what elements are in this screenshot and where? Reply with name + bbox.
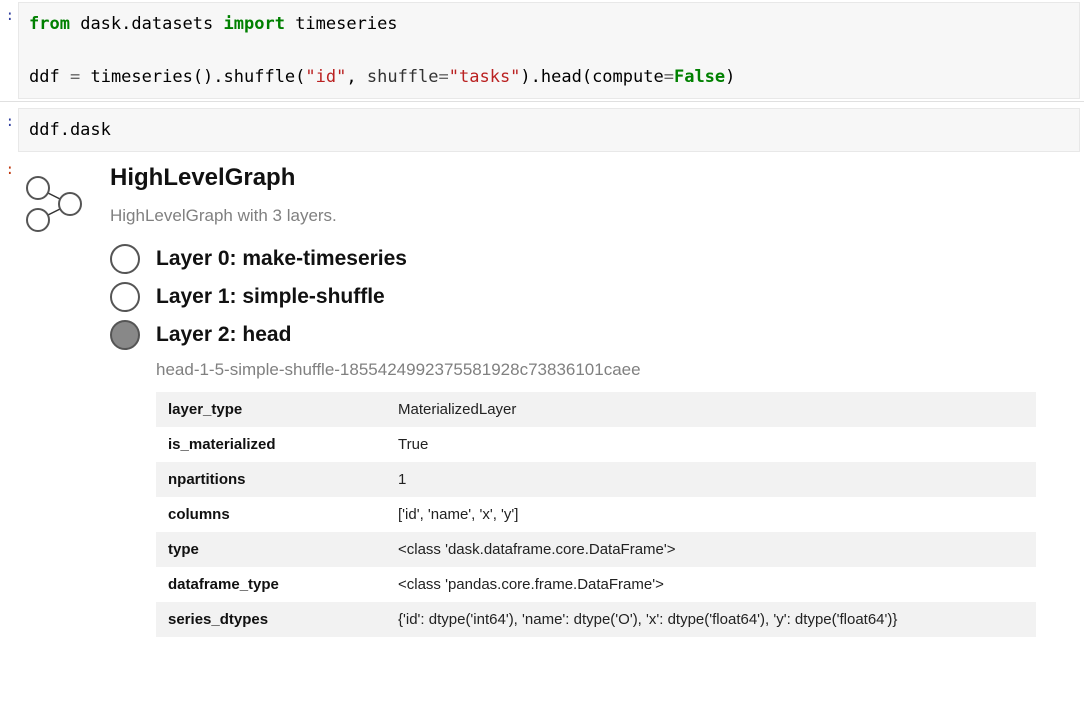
table-key: series_dtypes — [156, 602, 386, 637]
call-end: ) — [725, 67, 735, 87]
table-key: columns — [156, 497, 386, 532]
table-row: layer_type MaterializedLayer — [156, 392, 1036, 427]
layer-label-2: Layer 2: head — [156, 323, 291, 347]
output-prompt: : — [0, 154, 14, 637]
keyword-import: import — [224, 14, 285, 34]
table-key: is_materialized — [156, 427, 386, 462]
comma: , — [346, 67, 356, 87]
output-area: HighLevelGraph HighLevelGraph with 3 lay… — [14, 154, 1084, 637]
input-prompt: : — [0, 0, 14, 101]
table-row: npartitions 1 — [156, 462, 1036, 497]
table-row: series_dtypes {'id': dtype('int64'), 'na… — [156, 602, 1036, 637]
code-input-1[interactable]: from dask.datasets import timeseries ddf… — [18, 2, 1080, 99]
hlg-title: HighLevelGraph — [110, 164, 1074, 192]
input-cell-1: : from dask.datasets import timeseries d… — [0, 0, 1084, 102]
eq3: = — [664, 67, 674, 87]
layer-row-0[interactable]: Layer 0: make-timeseries — [110, 240, 1074, 278]
eq2: = — [439, 67, 449, 87]
kwarg-shuffle: shuffle — [367, 67, 439, 87]
hlg-content: HighLevelGraph HighLevelGraph with 3 lay… — [92, 164, 1074, 637]
assign-op: = — [70, 67, 80, 87]
table-row: columns ['id', 'name', 'x', 'y'] — [156, 497, 1036, 532]
keyword-from: from — [29, 14, 70, 34]
table-row: dataframe_type <class 'pandas.core.frame… — [156, 567, 1036, 602]
string-tasks: "tasks" — [449, 67, 521, 87]
graph-icon — [20, 164, 92, 237]
module-name: dask.datasets — [80, 14, 213, 34]
table-val: <class 'dask.dataframe.core.DataFrame'> — [386, 532, 1036, 567]
table-key: layer_type — [156, 392, 386, 427]
table-key: npartitions — [156, 462, 386, 497]
layer-row-1[interactable]: Layer 1: simple-shuffle — [110, 278, 1074, 316]
table-val: MaterializedLayer — [386, 392, 1036, 427]
layer-label-0: Layer 0: make-timeseries — [156, 247, 407, 271]
table-key: type — [156, 532, 386, 567]
table-val: True — [386, 427, 1036, 462]
table-val: <class 'pandas.core.frame.DataFrame'> — [386, 567, 1036, 602]
layer-label-1: Layer 1: simple-shuffle — [156, 285, 385, 309]
output-cell: : HighLevelGraph HighLevelGraph with 3 l… — [0, 154, 1084, 637]
layer-circle-icon — [110, 282, 140, 312]
call-part1: timeseries().shuffle( — [90, 67, 305, 87]
false-literal: False — [674, 67, 725, 87]
layer-row-2[interactable]: Layer 2: head — [110, 316, 1074, 354]
table-val: ['id', 'name', 'x', 'y'] — [386, 497, 1036, 532]
import-name: timeseries — [295, 14, 397, 34]
code-input-2[interactable]: ddf.dask — [18, 108, 1080, 152]
layer-circle-icon — [110, 320, 140, 350]
table-val: 1 — [386, 462, 1036, 497]
table-key: dataframe_type — [156, 567, 386, 602]
call-mid: ).head(compute — [520, 67, 663, 87]
table-row: type <class 'dask.dataframe.core.DataFra… — [156, 532, 1036, 567]
hlg-subtitle: HighLevelGraph with 3 layers. — [110, 206, 1074, 226]
string-id: "id" — [305, 67, 346, 87]
input-cell-2: : ddf.dask — [0, 106, 1084, 154]
layer-hash: head-1-5-simple-shuffle-1855424992375581… — [156, 360, 1074, 380]
layer-info-table: layer_type MaterializedLayer is_material… — [156, 392, 1036, 637]
code-text-2: ddf.dask — [29, 120, 111, 140]
table-val: {'id': dtype('int64'), 'name': dtype('O'… — [386, 602, 1036, 637]
input-prompt-2: : — [0, 106, 14, 154]
layer-circle-icon — [110, 244, 140, 274]
table-row: is_materialized True — [156, 427, 1036, 462]
var-lhs: ddf — [29, 67, 60, 87]
